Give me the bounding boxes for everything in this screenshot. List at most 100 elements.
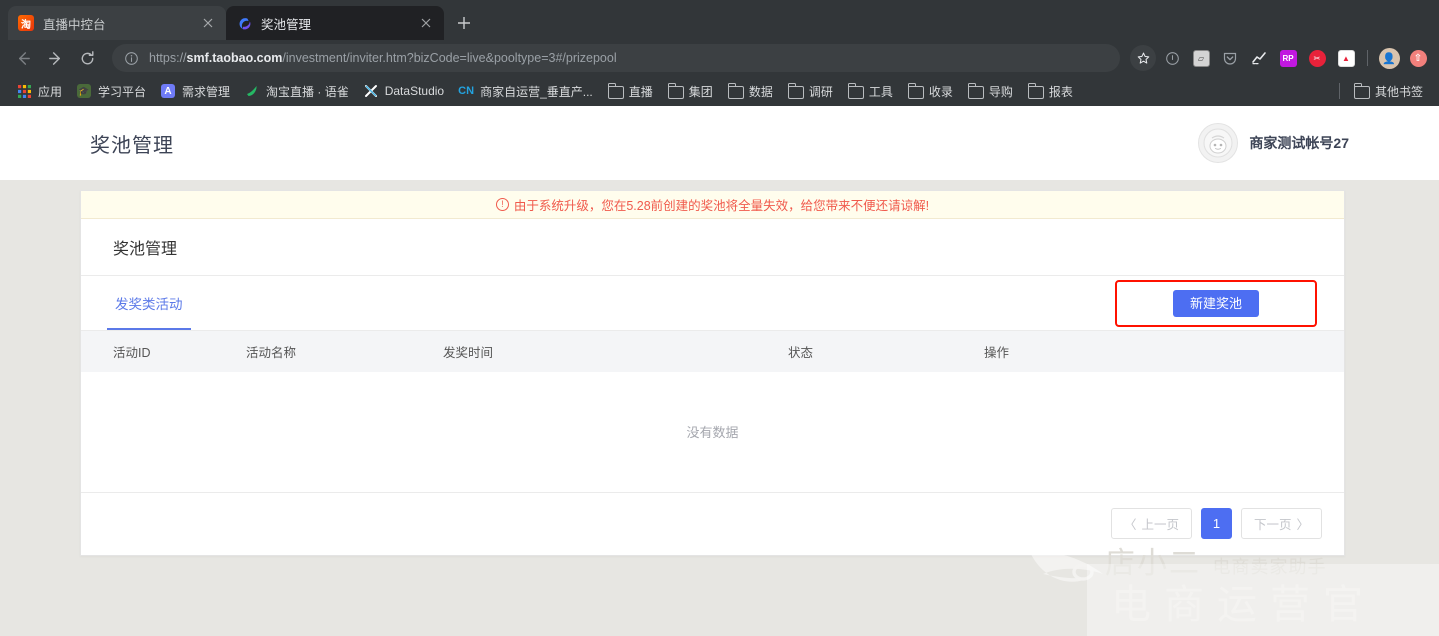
bookmarks-divider <box>1338 83 1340 99</box>
bookmark-label: 需求管理 <box>182 84 231 99</box>
bookmark-label: 收录 <box>928 84 953 99</box>
bookmark-label: DataStudio <box>384 84 445 98</box>
bookmark-label: 淘宝直播 · 语雀 <box>266 84 349 99</box>
folder-icon <box>607 83 624 99</box>
next-page-button[interactable]: 下一页 〉 <box>1240 508 1322 539</box>
datastudio-icon <box>363 83 379 99</box>
table-header: 活动ID 活动名称 发奖时间 状态 操作 <box>81 331 1344 372</box>
bookmark-folder-live[interactable]: 直播 <box>600 80 660 103</box>
close-icon[interactable] <box>418 15 434 31</box>
bookmark-taobao-live-yuque[interactable]: 淘宝直播 · 语雀 <box>237 80 356 103</box>
browser-tab-2[interactable]: 奖池管理 <box>226 6 444 40</box>
folder-icon <box>907 83 924 99</box>
bookmarks-bar: 应用 🎓 学习平台 A 需求管理 淘宝直播 · 语雀 DataStudio CN… <box>0 76 1439 106</box>
bookmark-folder-data[interactable]: 数据 <box>720 80 780 103</box>
column-activity-id: 活动ID <box>81 331 246 372</box>
bookmark-label: 调研 <box>808 84 833 99</box>
back-icon[interactable] <box>8 43 38 73</box>
browser-chrome: 淘 直播中控台 奖池管理 https://smf.taobao.com/inve… <box>0 0 1439 106</box>
pocket-extension-icon[interactable] <box>1217 45 1243 71</box>
tab-title: 直播中控台 <box>43 17 106 32</box>
pagination: 〈 上一页 1 下一页 〉 <box>81 493 1344 555</box>
create-prize-pool-button[interactable]: 新建奖池 <box>1172 289 1259 317</box>
new-tab-button[interactable] <box>450 9 478 37</box>
card-header: 奖池管理 <box>81 219 1344 276</box>
address-bar[interactable]: https://smf.taobao.com/investment/invite… <box>112 44 1120 72</box>
prev-page-button[interactable]: 〈 上一页 <box>1110 508 1192 539</box>
bookmark-label: 其他书签 <box>1374 84 1423 99</box>
watermark-big-text: 电商运营官 <box>1111 582 1376 628</box>
letter-a-icon: A <box>160 83 176 99</box>
column-activity-name: 活动名称 <box>246 331 443 372</box>
table-body: 没有数据 <box>81 372 1344 493</box>
bookmark-other-bookmarks[interactable]: 其他书签 <box>1346 80 1430 103</box>
bookmark-folder-research[interactable]: 调研 <box>780 80 840 103</box>
yuque-icon <box>244 83 260 99</box>
bookmark-folder-reports[interactable]: 报表 <box>1020 80 1080 103</box>
folder-icon <box>727 83 744 99</box>
tool-extension-icon[interactable]: ✂ <box>1304 45 1330 71</box>
chevron-left-icon: 〈 <box>1123 518 1137 532</box>
bookmark-requirements[interactable]: A 需求管理 <box>153 80 237 103</box>
column-award-time: 发奖时间 <box>443 331 788 372</box>
table-empty-row: 没有数据 <box>81 372 1344 493</box>
card-title: 奖池管理 <box>113 241 178 258</box>
toolbar-divider <box>1367 50 1368 66</box>
browser-update-icon[interactable]: ⇧ <box>1405 45 1431 71</box>
bookmark-label: 导购 <box>988 84 1013 99</box>
bookmark-folder-group[interactable]: 集团 <box>660 80 720 103</box>
bookmark-label: 集团 <box>688 84 713 99</box>
bookmark-folder-guide[interactable]: 导购 <box>960 80 1020 103</box>
page-title: 奖池管理 <box>90 134 174 157</box>
bookmark-label: 应用 <box>38 84 63 99</box>
table-header-row: 活动ID 活动名称 发奖时间 状态 操作 <box>81 331 1344 372</box>
bookmark-datastudio[interactable]: DataStudio <box>356 80 451 102</box>
column-actions: 操作 <box>984 331 1344 372</box>
folder-icon <box>1027 83 1044 99</box>
folder-icon <box>847 83 864 99</box>
bookmark-folder-tools[interactable]: 工具 <box>840 80 900 103</box>
action-zone: 新建奖池 <box>1114 279 1344 327</box>
bookmark-label: 学习平台 <box>98 84 147 99</box>
close-icon[interactable] <box>200 15 216 31</box>
forward-icon[interactable] <box>40 43 70 73</box>
analytics-extension-icon[interactable] <box>1246 45 1272 71</box>
bookmark-merchant-ops[interactable]: CN 商家自运营_垂直产... <box>451 80 600 103</box>
bookmark-label: 数据 <box>748 84 773 99</box>
bookmark-apps[interactable]: 应用 <box>9 80 69 103</box>
prize-pool-table: 活动ID 活动名称 发奖时间 状态 操作 没有数据 <box>81 331 1344 493</box>
profile-avatar-icon[interactable]: 👤 <box>1376 45 1402 71</box>
folder-icon <box>667 83 684 99</box>
user-account[interactable]: 商家测试帐号27 <box>1198 123 1349 163</box>
tab-label: 发奖类活动 <box>115 297 183 312</box>
bookmark-label: 直播 <box>628 84 653 99</box>
content-wrapper: ! 由于系统升级，您在5.28前创建的奖池将全量失效，给您带来不便还请谅解! 奖… <box>0 180 1439 556</box>
watermark-tagline: 电商卖家助手 <box>1212 557 1327 578</box>
bookmark-folder-collection[interactable]: 收录 <box>900 80 960 103</box>
tab-strip: 淘 直播中控台 奖池管理 <box>0 0 1439 40</box>
next-page-label: 下一页 <box>1253 518 1292 532</box>
user-name: 商家测试帐号27 <box>1249 135 1349 151</box>
column-status: 状态 <box>788 331 984 372</box>
card-tabbar: 发奖类活动 新建奖池 <box>81 276 1344 331</box>
bookmark-study-platform[interactable]: 🎓 学习平台 <box>69 80 153 103</box>
highlight-annotation-box: 新建奖池 <box>1114 279 1317 327</box>
note-extension-icon[interactable]: ▲ <box>1333 45 1359 71</box>
rp-extension-icon[interactable]: RP <box>1275 45 1301 71</box>
empty-state-text: 没有数据 <box>81 372 1344 493</box>
toolbar-icons: ▱ RP ✂ ▲ 👤 ⇧ <box>1130 45 1431 71</box>
reload-icon[interactable] <box>72 43 102 73</box>
info-circle-icon[interactable] <box>124 51 140 66</box>
tab-prize-activities[interactable]: 发奖类活动 <box>107 276 190 330</box>
bookmark-star-icon[interactable] <box>1130 45 1156 71</box>
browser-tab-1[interactable]: 淘 直播中控台 <box>8 6 226 40</box>
exclamation-circle-icon: ! <box>495 198 509 211</box>
page-body: 奖池管理 商家测试帐号27 ! 由于系统升级，您在5.28前创建的奖池将全量失效… <box>0 106 1439 636</box>
chevron-right-icon: 〉 <box>1296 518 1309 532</box>
info-extension-icon[interactable] <box>1159 45 1185 71</box>
screenshot-extension-icon[interactable]: ▱ <box>1188 45 1214 71</box>
tab-list: 发奖类活动 <box>107 276 190 330</box>
avatar <box>1198 123 1239 163</box>
page-number-1[interactable]: 1 <box>1200 508 1232 539</box>
aliyun-icon <box>236 15 252 31</box>
